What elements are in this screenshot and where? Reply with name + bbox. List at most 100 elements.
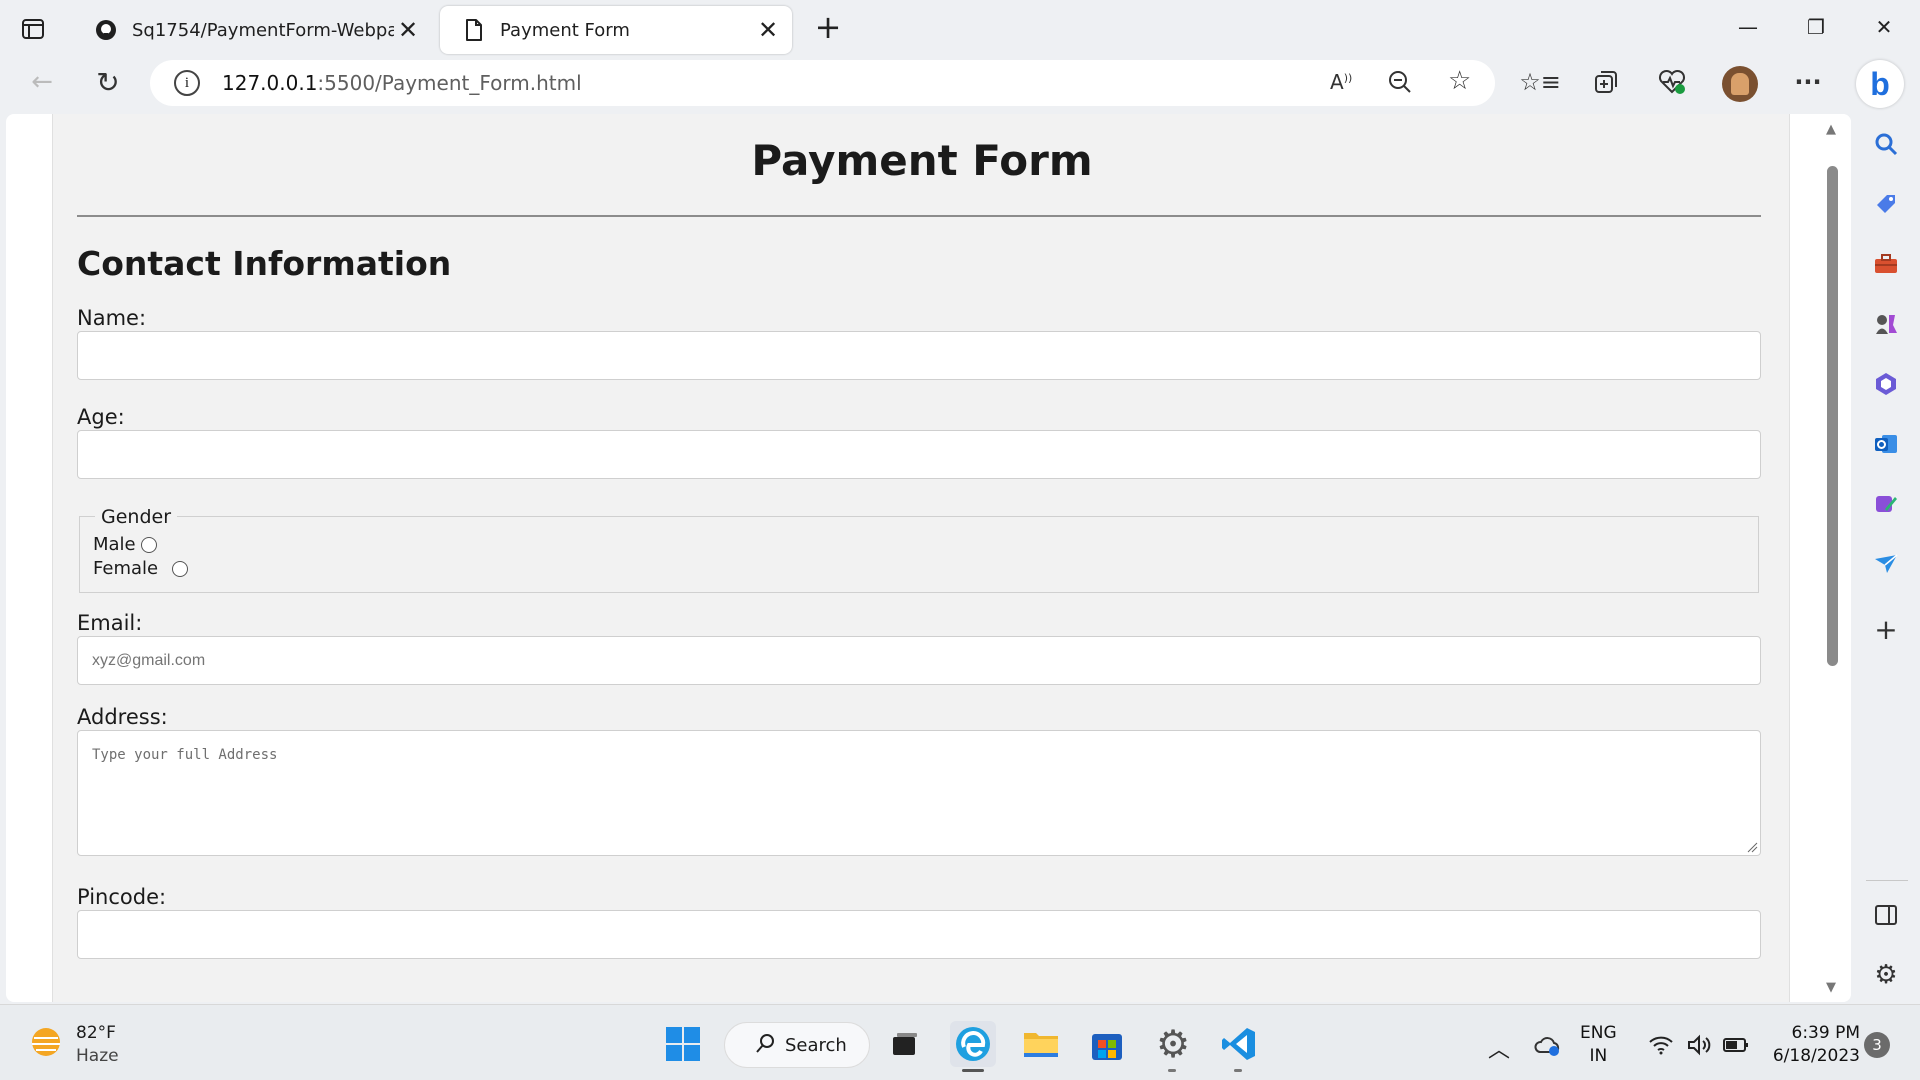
add-sidebar-app-icon[interactable]: + (1866, 609, 1906, 649)
tab-label: Sq1754/PaymentForm-Webpage (132, 19, 394, 41)
wifi-icon[interactable] (1648, 1034, 1674, 1061)
page-title: Payment Form (751, 136, 1093, 185)
taskbar-search-box[interactable]: Search (724, 1022, 870, 1068)
address-bar[interactable]: i 127.0.0.1:5500/Payment_Form.html A)) ☆ (150, 60, 1495, 106)
bing-copilot-icon[interactable]: b (1856, 60, 1904, 108)
url-host: 127.0.0.1 (222, 71, 318, 95)
designer-icon[interactable] (1866, 484, 1906, 524)
address-placeholder: Type your full Address (92, 747, 278, 763)
region-code: IN (1589, 1046, 1608, 1066)
volume-icon[interactable] (1686, 1034, 1712, 1060)
name-label: Name: (77, 306, 147, 330)
female-radio[interactable] (171, 561, 188, 577)
task-view-icon[interactable] (882, 1021, 928, 1067)
settings-running-indicator (1168, 1069, 1176, 1072)
clock-date: 6/18/2023 (1772, 1046, 1860, 1066)
favorite-star-icon[interactable]: ☆ (1448, 66, 1471, 96)
microsoft-365-icon[interactable] (1866, 364, 1906, 404)
start-windows-icon[interactable] (660, 1021, 706, 1067)
file-explorer-icon[interactable] (1018, 1021, 1064, 1067)
divider (77, 215, 1761, 217)
onedrive-icon[interactable] (1534, 1034, 1562, 1062)
scroll-up-icon[interactable]: ▲ (1826, 122, 1836, 137)
sidebar-divider (1866, 880, 1908, 881)
gender-legend: Gender (95, 506, 178, 528)
search-icon (755, 1032, 777, 1058)
resize-handle-icon[interactable] (1746, 841, 1758, 853)
payment-form-page: Payment Form Contact Information Name: A… (52, 114, 1790, 1002)
settings-gear-icon[interactable]: ⚙ (1150, 1021, 1196, 1067)
profile-avatar[interactable] (1720, 64, 1760, 104)
address-label: Address: (77, 705, 168, 729)
age-input[interactable] (77, 430, 1761, 479)
hide-sidebar-icon[interactable] (1866, 895, 1906, 935)
sidebar-settings-icon[interactable]: ⚙ (1866, 955, 1906, 995)
gender-option-male: Male (93, 534, 158, 555)
language-code: ENG (1580, 1023, 1617, 1043)
github-icon (94, 18, 118, 42)
collections-icon[interactable] (1586, 62, 1626, 102)
favorites-icon[interactable]: ☆≡ (1519, 62, 1561, 102)
weather-temp: 82°F (76, 1023, 116, 1043)
tools-icon[interactable] (1866, 244, 1906, 284)
url-text[interactable]: 127.0.0.1:5500/Payment_Form.html (222, 71, 582, 95)
back-icon[interactable]: ← (22, 62, 62, 102)
male-label: Male (93, 534, 136, 555)
edge-active-indicator (962, 1069, 984, 1072)
edge-taskbar-icon[interactable] (950, 1021, 996, 1067)
page-icon (462, 18, 486, 42)
tab-strip: Sq1754/PaymentForm-Webpage ✕ Payment For… (0, 0, 1920, 58)
language-indicator[interactable]: ENG IN (1580, 1022, 1617, 1068)
male-radio[interactable] (141, 537, 158, 553)
minimize-icon[interactable]: — (1720, 8, 1776, 46)
weather-widget[interactable]: 82°F Haze (76, 1022, 119, 1068)
games-icon[interactable] (1866, 304, 1906, 344)
read-aloud-icon[interactable]: A)) (1330, 70, 1352, 94)
site-info-icon[interactable]: i (174, 70, 200, 96)
scrollbar-thumb[interactable] (1827, 166, 1838, 666)
close-window-icon[interactable]: ✕ (1856, 8, 1912, 46)
vscode-running-indicator (1234, 1069, 1242, 1072)
search-label: Search (785, 1034, 847, 1056)
zoom-out-icon[interactable] (1386, 68, 1414, 100)
more-options-icon[interactable]: ··· (1788, 62, 1828, 102)
restore-icon[interactable]: ❐ (1788, 8, 1844, 46)
scroll-down-icon[interactable]: ▼ (1826, 980, 1836, 995)
address-textarea[interactable]: Type your full Address (77, 730, 1761, 856)
clock-time: 6:39 PM (1791, 1023, 1861, 1043)
tab-actions-icon[interactable] (20, 16, 48, 44)
show-hidden-icons-icon[interactable]: ︿ (1488, 1032, 1510, 1064)
age-label: Age: (77, 405, 125, 429)
close-tab-icon[interactable]: ✕ (754, 16, 782, 44)
weather-icon[interactable] (28, 1024, 64, 1064)
refresh-icon[interactable]: ↻ (88, 62, 128, 102)
email-label: Email: (77, 611, 143, 635)
new-tab-icon[interactable]: + (812, 11, 844, 44)
gender-option-female: Female (93, 558, 188, 579)
search-icon[interactable] (1866, 124, 1906, 164)
close-tab-icon[interactable]: ✕ (394, 16, 422, 44)
outlook-icon[interactable] (1866, 424, 1906, 464)
tab-payment-form[interactable]: Payment Form ✕ (440, 6, 792, 54)
email-placeholder: xyz@gmail.com (92, 651, 206, 669)
pincode-label: Pincode: (77, 885, 167, 909)
clock[interactable]: 6:39 PM 6/18/2023 (1764, 1022, 1860, 1068)
browser-essentials-icon[interactable] (1652, 62, 1692, 102)
page-viewport: Payment Form Contact Information Name: A… (6, 114, 1851, 1002)
shopping-tag-icon[interactable] (1866, 184, 1906, 224)
notification-badge[interactable]: 3 (1864, 1032, 1890, 1058)
section-title: Contact Information (77, 244, 452, 283)
vscode-icon[interactable] (1216, 1021, 1262, 1067)
url-path: :5500/Payment_Form.html (317, 71, 582, 95)
weather-desc: Haze (76, 1046, 119, 1066)
gender-fieldset (79, 516, 1759, 593)
email-input[interactable]: xyz@gmail.com (77, 636, 1761, 685)
send-icon[interactable] (1866, 544, 1906, 584)
tab-github[interactable]: Sq1754/PaymentForm-Webpage ✕ (72, 6, 432, 54)
pincode-input[interactable] (77, 910, 1761, 959)
microsoft-store-icon[interactable] (1084, 1021, 1130, 1067)
battery-icon[interactable] (1722, 1036, 1750, 1058)
name-input[interactable] (77, 331, 1761, 380)
female-label: Female (93, 558, 159, 579)
vertical-scrollbar[interactable]: ▲ ▼ (1796, 114, 1851, 1002)
